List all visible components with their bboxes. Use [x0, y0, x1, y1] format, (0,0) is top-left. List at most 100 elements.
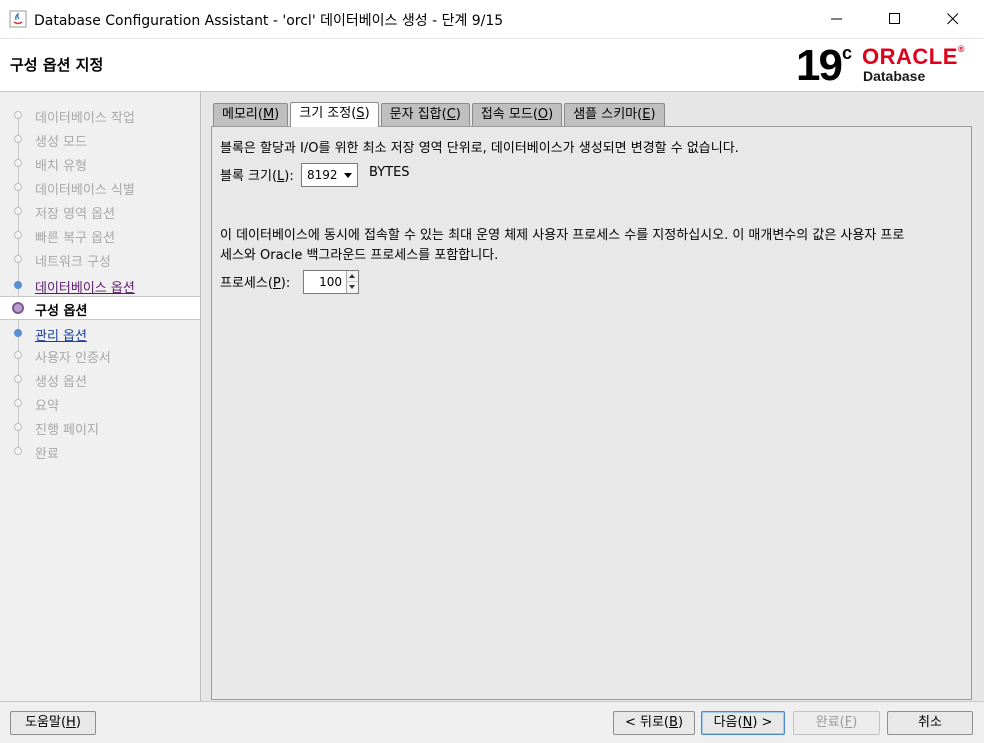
step-user-credentials: 사용자 인증서: [0, 344, 200, 368]
button-mnemonic: B: [669, 715, 678, 730]
tab-sample-schemas[interactable]: 샘플 스키마(E): [564, 103, 665, 126]
step-creation-mode: 생성 모드: [0, 128, 200, 152]
block-size-description: 블록은 할당과 I/O를 위한 최소 저장 영역 단위로, 데이터베이스가 생성…: [220, 141, 739, 156]
finish-button[interactable]: 완료(F): [793, 711, 880, 735]
block-size-label-text: 블록 크기(: [220, 169, 278, 184]
step-dot-icon: [14, 135, 22, 143]
step-link-label[interactable]: 관리 옵션: [35, 325, 87, 344]
step-dot-icon: [14, 255, 22, 263]
step-database-operation: 데이터베이스 작업: [0, 104, 200, 128]
step-label: 네트워크 구성: [35, 255, 111, 270]
tab-mnemonic: M: [262, 107, 275, 122]
back-button[interactable]: < 뒤로(B): [613, 711, 695, 735]
minimize-button[interactable]: [808, 0, 866, 38]
step-label: 빠른 복구 옵션: [35, 231, 116, 246]
step-progress-page: 진행 페이지: [0, 416, 200, 440]
step-label: 사용자 인증서: [35, 351, 111, 366]
step-storage-option: 저장 영역 옵션: [0, 200, 200, 224]
step-dot-icon: [14, 447, 22, 455]
step-dot-icon: [14, 207, 22, 215]
button-label: 다음(: [713, 715, 743, 730]
button-label: 도움말(: [25, 715, 67, 730]
step-dot-icon: [14, 159, 22, 167]
processes-label: 프로세스(P):: [220, 272, 290, 291]
step-dot-icon: [14, 111, 22, 119]
step-dot-icon: [14, 351, 22, 359]
page-title: 구성 옵션 지정: [10, 56, 104, 74]
chevron-down-icon: [344, 173, 352, 178]
step-database-options[interactable]: 데이터베이스 옵션: [0, 274, 200, 298]
header-banner: 구성 옵션 지정 19 c ORACLE® Database: [0, 39, 984, 92]
arrow-down-icon: [349, 285, 355, 289]
next-button[interactable]: 다음(N) >: [701, 711, 785, 735]
processes-stepper[interactable]: 100: [303, 270, 359, 294]
tab-label: 크기 조정(: [299, 106, 357, 121]
processes-value[interactable]: 100: [319, 275, 342, 289]
help-button[interactable]: 도움말(H): [10, 711, 96, 735]
content-area: 데이터베이스 작업 생성 모드 배치 유형 데이터베이스 식별 저장 영역 옵션…: [0, 92, 984, 743]
stepper-up-button[interactable]: [346, 271, 358, 282]
processes-mnemonic: P: [272, 276, 281, 291]
block-size-label-end: ):: [284, 169, 294, 184]
step-dot-icon: [14, 329, 22, 337]
maximize-icon: [889, 13, 900, 24]
tab-mnemonic: C: [446, 107, 456, 122]
minimize-icon: [831, 18, 842, 20]
tab-label-end: ): [274, 107, 280, 122]
logo-brand-text: ORACLE: [862, 44, 958, 69]
block-size-value: 8192: [307, 168, 338, 182]
step-fast-recovery-option: 빠른 복구 옵션: [0, 224, 200, 248]
processes-label-end: ):: [280, 276, 291, 291]
step-management-options[interactable]: 관리 옵션: [0, 322, 200, 346]
title-bar: Database Configuration Assistant - 'orcl…: [0, 0, 984, 39]
block-size-label: 블록 크기(L):: [220, 165, 294, 184]
button-label-end: ) >: [752, 715, 773, 730]
tab-label: 샘플 스키마(: [573, 107, 643, 122]
step-dot-icon: [14, 375, 22, 383]
step-link-label[interactable]: 데이터베이스 옵션: [35, 277, 135, 296]
step-label: 저장 영역 옵션: [35, 207, 116, 222]
stepper-down-button[interactable]: [346, 282, 358, 293]
window-title: Database Configuration Assistant - 'orcl…: [34, 13, 504, 29]
step-label: 배치 유형: [35, 159, 87, 174]
tab-memory[interactable]: 메모리(M): [213, 103, 289, 126]
block-size-select[interactable]: 8192: [301, 163, 358, 187]
tab-label: 접속 모드(: [480, 107, 538, 122]
step-configuration-options: 구성 옵션: [0, 296, 200, 320]
tab-sizing[interactable]: 크기 조정(S): [290, 102, 379, 127]
button-mnemonic: N: [742, 715, 753, 730]
step-finish: 완료: [0, 440, 200, 464]
step-label: 생성 옵션: [35, 375, 87, 390]
button-label-end: ): [75, 715, 81, 730]
logo-brand: ORACLE®: [862, 44, 965, 70]
registered-mark-icon: ®: [957, 44, 966, 54]
step-label: 구성 옵션: [35, 304, 88, 319]
step-creation-option: 생성 옵션: [0, 368, 200, 392]
tab-mnemonic: O: [537, 107, 549, 122]
step-network-configuration: 네트워크 구성: [0, 248, 200, 272]
tab-character-sets[interactable]: 문자 집합(C): [380, 103, 470, 126]
processes-description-line1: 이 데이터베이스에 동시에 접속할 수 있는 최대 운영 체제 사용자 프로세스…: [220, 228, 905, 243]
step-dot-icon: [14, 183, 22, 191]
close-button[interactable]: [924, 0, 982, 38]
step-label: 진행 페이지: [35, 423, 99, 438]
logo-version-suffix: c: [842, 43, 853, 63]
logo-product: Database: [863, 68, 926, 84]
step-label: 요약: [35, 399, 59, 414]
step-label: 데이터베이스 작업: [35, 111, 135, 126]
tab-connection-mode[interactable]: 접속 모드(O): [471, 103, 563, 126]
tab-label-end: ): [455, 107, 461, 122]
step-summary: 요약: [0, 392, 200, 416]
processes-description-line2: 세스와 Oracle 백그라운드 프로세스를 포함합니다.: [220, 248, 499, 263]
step-database-identification: 데이터베이스 식별: [0, 176, 200, 200]
cancel-button[interactable]: 취소: [887, 711, 973, 735]
wizard-button-bar: 도움말(H) < 뒤로(B) 다음(N) > 완료(F) 취소: [0, 701, 984, 743]
processes-label-text: 프로세스(: [220, 276, 273, 291]
step-dot-icon: [14, 399, 22, 407]
maximize-button[interactable]: [866, 0, 924, 38]
tab-label: 메모리(: [222, 107, 263, 122]
tab-label: 문자 집합(: [389, 107, 447, 122]
tab-label-end: ): [364, 106, 370, 121]
sizing-tab-panel: 블록은 할당과 I/O를 위한 최소 저장 영역 단위로, 데이터베이스가 생성…: [211, 126, 972, 700]
step-label: 데이터베이스 식별: [35, 183, 135, 198]
